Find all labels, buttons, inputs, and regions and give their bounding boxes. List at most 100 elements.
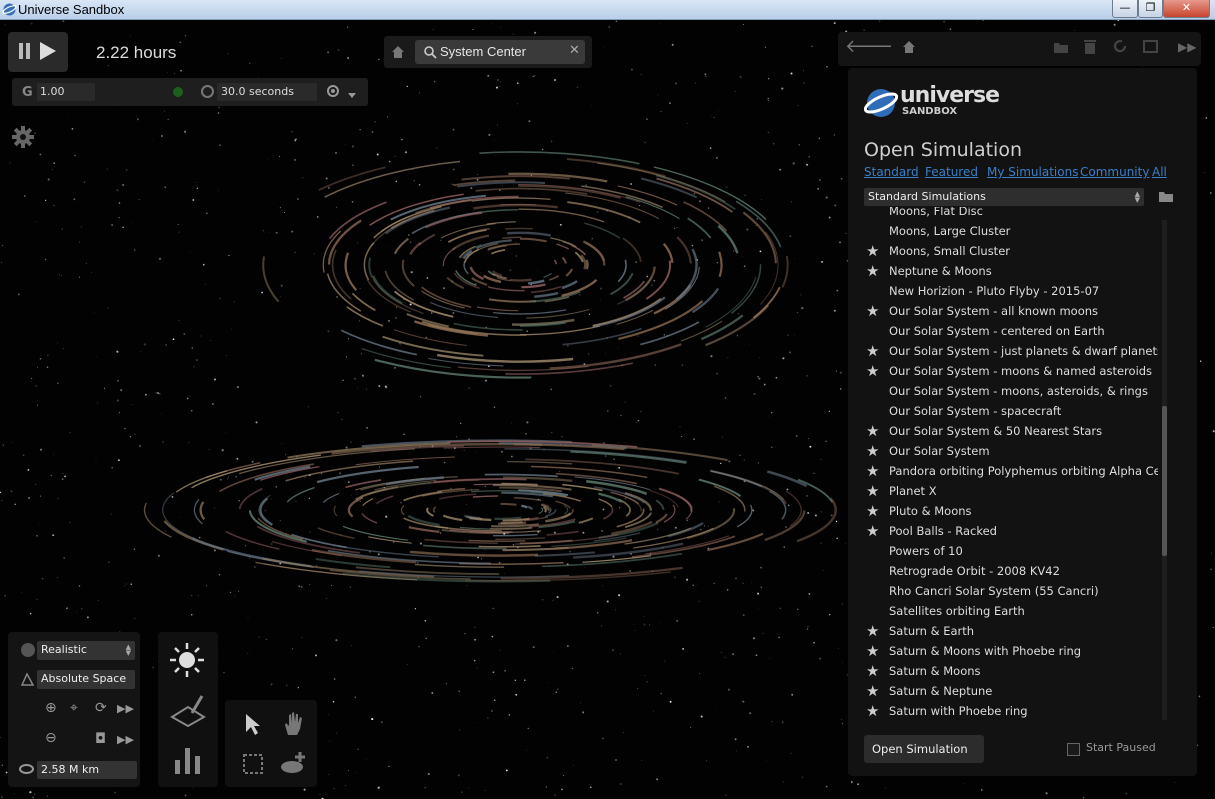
list-item[interactable]: Our Solar System - centered on Earth xyxy=(858,322,1158,342)
list-item[interactable]: Rho Cancri Solar System (55 Cancri) xyxy=(858,582,1158,602)
maximize-button[interactable]: ❐ xyxy=(1138,0,1163,18)
gravity-input[interactable]: 1.00 xyxy=(37,83,95,101)
gear-icon[interactable] xyxy=(12,126,34,148)
refresh-icon[interactable] xyxy=(1113,39,1128,54)
tab-community[interactable]: Community xyxy=(1080,165,1149,179)
favorite-star-icon[interactable]: ★ xyxy=(866,702,879,720)
favorite-star-icon[interactable]: ★ xyxy=(866,622,879,640)
pause-icon[interactable] xyxy=(18,43,32,59)
view-distance[interactable]: 2.58 M km xyxy=(37,761,137,779)
list-item[interactable]: Moons, Flat Disc xyxy=(858,207,1158,222)
grid-plane-icon[interactable] xyxy=(170,693,206,727)
favorite-star-icon[interactable]: ★ xyxy=(866,302,879,320)
list-item[interactable]: ★ Pandora orbiting Polyphemus orbiting Al… xyxy=(858,462,1158,482)
list-item[interactable]: ★ Pool Balls - Racked xyxy=(858,522,1158,542)
favorite-star-icon[interactable]: ★ xyxy=(866,522,879,540)
play-icon[interactable] xyxy=(40,42,56,60)
list-item[interactable]: ★ Planet X xyxy=(858,482,1158,502)
favorite-star-icon[interactable]: ★ xyxy=(866,682,879,700)
playback-controls xyxy=(8,32,68,72)
universe-sandbox-logo: universe SANDBOX xyxy=(864,83,1000,122)
list-item-label: Our Solar System - centered on Earth xyxy=(889,324,1105,338)
list-item[interactable]: ★ Our Solar System - moons & named astero… xyxy=(858,362,1158,382)
folder-icon[interactable] xyxy=(1053,40,1069,54)
target-icon[interactable] xyxy=(327,85,339,97)
favorite-star-icon[interactable]: ★ xyxy=(866,462,879,480)
zoom-out-icon[interactable]: ⊖ xyxy=(45,730,57,746)
box-select-icon[interactable] xyxy=(242,753,264,775)
close-button[interactable]: ✕ xyxy=(1163,0,1210,18)
list-item[interactable]: ★ Saturn with Phoebe ring xyxy=(858,702,1158,722)
home-icon[interactable] xyxy=(902,40,916,54)
list-item[interactable]: ★ Neptune & Moons xyxy=(858,262,1158,282)
favorite-star-icon[interactable]: ★ xyxy=(866,482,879,500)
list-item[interactable]: ★ Pluto & Moons xyxy=(858,502,1158,522)
zoom-in-icon[interactable]: ⊕ xyxy=(45,700,57,716)
list-item[interactable]: Powers of 10 xyxy=(858,542,1158,562)
list-item[interactable]: Retrograde Orbit - 2008 KV42 xyxy=(858,562,1158,582)
list-item-label: Moons, Flat Disc xyxy=(889,207,983,218)
list-item[interactable]: ★ Saturn & Moons with Phoebe ring xyxy=(858,642,1158,662)
list-item[interactable]: ★ Saturn & Neptune xyxy=(858,682,1158,702)
fast-forward-icon[interactable]: ▶▶ xyxy=(117,733,134,746)
favorite-star-icon[interactable]: ★ xyxy=(866,242,879,260)
favorite-star-icon[interactable]: ★ xyxy=(866,642,879,660)
start-paused-checkbox[interactable] xyxy=(1067,743,1080,756)
list-item-label: Moons, Small Cluster xyxy=(889,244,1010,258)
clear-search-icon[interactable]: ✕ xyxy=(569,43,580,58)
open-folder-icon[interactable] xyxy=(1158,189,1174,203)
reference-frame-select[interactable]: Absolute Space xyxy=(37,670,135,689)
tab-featured[interactable]: Featured xyxy=(925,165,978,179)
list-item[interactable]: ★ Saturn & Earth xyxy=(858,622,1158,642)
simulation-list: Moons, Flat Disc Moons, Large Cluster ★ Moo… xyxy=(858,207,1158,722)
tab-all[interactable]: All xyxy=(1152,165,1167,179)
favorite-star-icon[interactable]: ★ xyxy=(866,362,879,380)
open-simulation-button[interactable]: Open Simulation xyxy=(864,735,984,763)
list-item[interactable]: Satellites orbiting Earth xyxy=(858,602,1158,622)
list-item[interactable]: ★ Our Solar System & 50 Nearest Stars xyxy=(858,422,1158,442)
camera-icon[interactable]: ◘ xyxy=(95,731,106,747)
favorite-star-icon[interactable]: ★ xyxy=(866,502,879,520)
cursor-icon[interactable] xyxy=(244,712,262,736)
favorite-star-icon[interactable]: ★ xyxy=(866,422,879,440)
home-icon[interactable] xyxy=(391,45,405,59)
delete-icon[interactable] xyxy=(1083,39,1097,54)
list-item-label: Saturn with Phoebe ring xyxy=(889,704,1028,718)
favorite-star-icon[interactable]: ★ xyxy=(866,662,879,680)
render-mode-select[interactable]: Realistic ▲ ▼ xyxy=(37,641,135,660)
status-indicator xyxy=(173,87,183,97)
chevron-down-icon[interactable] xyxy=(348,93,356,98)
tab-standard[interactable]: Standard xyxy=(864,165,919,179)
add-object-icon[interactable] xyxy=(280,750,308,776)
list-item[interactable]: Moons, Large Cluster xyxy=(858,222,1158,242)
list-item-label: Saturn & Moons xyxy=(889,664,981,678)
back-arrow-icon[interactable]: 🡐 xyxy=(845,36,893,57)
favorite-star-icon[interactable]: ★ xyxy=(866,342,879,360)
list-item[interactable]: New Horizion - Pluto Flyby - 2015-07 xyxy=(858,282,1158,302)
window-icon[interactable] xyxy=(1143,40,1158,53)
list-item[interactable]: ★ Our Solar System - just planets & dwarf… xyxy=(858,342,1158,362)
list-item[interactable]: ★ Our Solar System xyxy=(858,442,1158,462)
scrollbar-thumb[interactable] xyxy=(1162,406,1167,556)
hand-icon[interactable] xyxy=(282,711,306,737)
minimize-button[interactable]: — xyxy=(1112,0,1138,18)
fast-forward-icon[interactable]: ▶▶ xyxy=(1178,40,1196,54)
list-item-label: Saturn & Earth xyxy=(889,624,975,638)
panel-title: Open Simulation xyxy=(864,139,1022,161)
list-item[interactable]: ★ Moons, Small Cluster xyxy=(858,242,1158,262)
tab-my-simulations[interactable]: My Simulations xyxy=(987,165,1078,179)
stats-icon[interactable] xyxy=(172,744,204,776)
list-item[interactable]: Our Solar System - spacecraft xyxy=(858,402,1158,422)
time-step-input[interactable]: 30.0 seconds xyxy=(217,83,317,101)
list-item[interactable]: ★ Our Solar System - all known moons xyxy=(858,302,1158,322)
favorite-star-icon[interactable]: ★ xyxy=(866,442,879,460)
list-item[interactable]: Our Solar System - moons, asteroids, & r… xyxy=(858,382,1158,402)
camera-target-icon[interactable]: ⌖ xyxy=(70,700,78,716)
sun-icon[interactable] xyxy=(168,641,206,679)
fast-forward-icon[interactable]: ▶▶ xyxy=(117,702,134,715)
favorite-star-icon[interactable]: ★ xyxy=(866,262,879,280)
rotate-icon[interactable]: ⟳ xyxy=(95,700,107,716)
list-item[interactable]: ★ Saturn & Moons xyxy=(858,662,1158,682)
list-item-label: Pandora orbiting Polyphemus orbiting Alp… xyxy=(889,464,1158,478)
simulation-category-select[interactable]: Standard Simulations ▲ ▼ xyxy=(864,188,1144,206)
